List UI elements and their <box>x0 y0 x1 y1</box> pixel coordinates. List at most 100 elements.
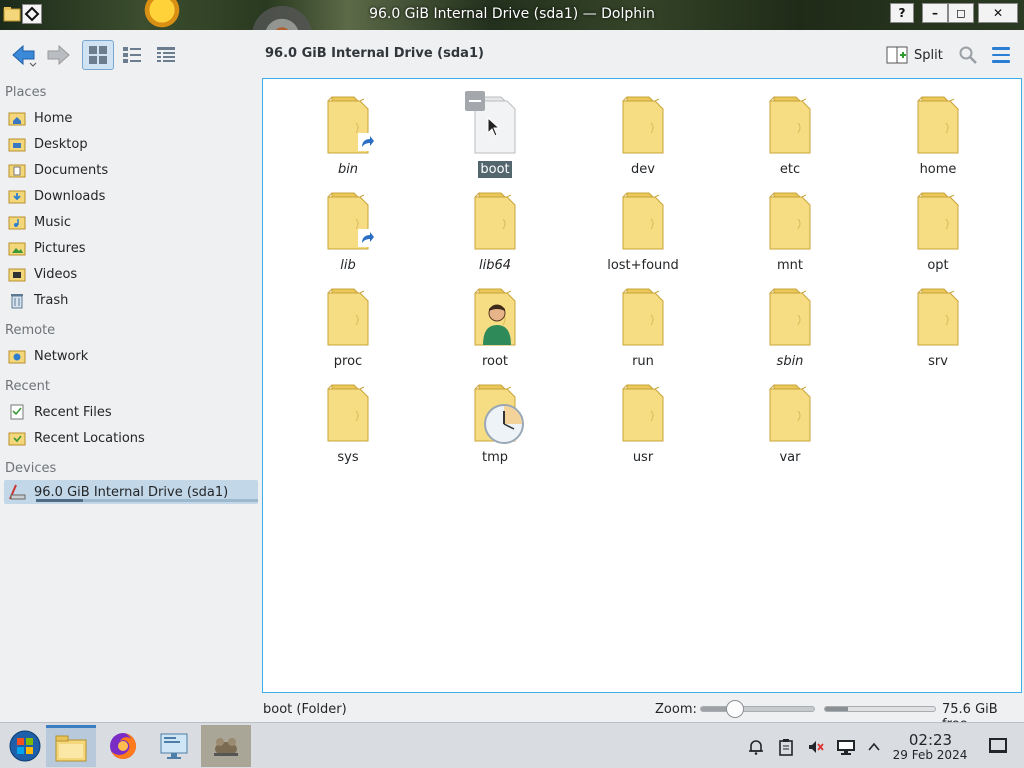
folder-icon <box>467 189 523 251</box>
sidebar-item-label: 96.0 GiB Internal Drive (sda1) <box>34 484 229 500</box>
folder-item-var[interactable]: var <box>735 373 845 469</box>
sidebar-item-desktop[interactable]: Desktop <box>4 132 258 156</box>
folder-icon <box>320 189 376 251</box>
folder-item-boot[interactable]: boot <box>440 85 550 181</box>
drive-usage-bar <box>36 499 258 502</box>
folder-item-bin[interactable]: bin <box>293 85 403 181</box>
sidebar-item-music[interactable]: Music <box>4 210 258 234</box>
folder-item-dev[interactable]: dev <box>588 85 698 181</box>
folder-item-proc[interactable]: proc <box>293 277 403 373</box>
location-label[interactable]: 96.0 GiB Internal Drive (sda1) <box>265 46 484 61</box>
folder-name-text: lib64 <box>478 258 512 273</box>
sidebar-item-downloads[interactable]: Downloads <box>4 184 258 208</box>
icons-view-button[interactable] <box>82 40 114 70</box>
folder-item-lib[interactable]: lib <box>293 181 403 277</box>
folder-item-etc[interactable]: etc <box>735 85 845 181</box>
file-view[interactable]: bin boot dev etc home lib lib64 lost+found mnt op… <box>262 78 1022 693</box>
split-button[interactable]: Split <box>886 42 943 68</box>
folder-item-sbin[interactable]: sbin <box>735 277 845 373</box>
tray-expand-button[interactable] <box>864 737 884 757</box>
zoom-slider-handle[interactable] <box>725 700 744 718</box>
forward-arrow-icon <box>47 44 70 66</box>
folder-name: bin <box>293 162 403 177</box>
folder-icon <box>467 285 523 347</box>
places-heading: Places <box>5 85 47 100</box>
forward-button[interactable] <box>42 40 74 70</box>
tray-volume[interactable] <box>806 737 826 757</box>
clock-date[interactable]: 29 Feb 2024 <box>890 748 970 762</box>
tray-notifications[interactable] <box>746 737 766 757</box>
sidebar-item-home[interactable]: Home <box>4 106 258 130</box>
folder-item-mnt[interactable]: mnt <box>735 181 845 277</box>
symlink-emblem-icon <box>358 133 376 151</box>
clock-time[interactable]: 02:23 <box>893 731 968 749</box>
zoom-slider[interactable] <box>700 700 815 718</box>
taskbar-system-settings[interactable] <box>149 725 199 767</box>
folder-name: home <box>883 162 993 177</box>
sidebar-item-label: Home <box>34 110 73 126</box>
folder-icon <box>467 381 524 444</box>
folder-item-tmp[interactable]: tmp <box>440 373 550 469</box>
tray-clipboard[interactable] <box>776 737 796 757</box>
sidebar-item-documents[interactable]: Documents <box>4 158 258 182</box>
folder-icon <box>615 93 671 155</box>
taskbar-firefox[interactable] <box>98 725 148 767</box>
folder-name: sys <box>293 450 403 465</box>
sidebar-item-pictures[interactable]: Pictures <box>4 236 258 260</box>
sidebar-item-recent-files[interactable]: Recent Files <box>4 400 258 424</box>
compact-view-button[interactable] <box>116 40 148 70</box>
sidebar-item-label: Trash <box>34 292 69 308</box>
show-desktop-button[interactable] <box>989 738 1007 753</box>
details-view-button[interactable] <box>150 40 182 70</box>
tray-display[interactable] <box>836 737 856 757</box>
folder-item-usr[interactable]: usr <box>588 373 698 469</box>
sidebar-item-96-0-gib-internal-drive-sda1[interactable]: 96.0 GiB Internal Drive (sda1) <box>4 480 258 504</box>
taskbar-gimp[interactable] <box>201 725 251 767</box>
folder-icon <box>910 93 966 155</box>
folder-name-text: tmp <box>481 450 508 465</box>
folder-name: root <box>440 354 550 369</box>
sidebar-item-label: Documents <box>34 162 109 178</box>
select-toggle-icon[interactable] <box>465 91 485 111</box>
clipboard-icon <box>779 739 793 756</box>
status-bar: boot (Folder) Zoom: 75.6 GiB free <box>0 696 1024 732</box>
sidebar-item-recent-locations[interactable]: Recent Locations <box>4 426 258 450</box>
maximize-button[interactable]: ◻ <box>948 3 974 23</box>
sidebar-item-trash[interactable]: Trash <box>4 288 258 312</box>
sidebar-item-network[interactable]: Network <box>4 344 258 368</box>
back-button[interactable] <box>8 40 40 70</box>
folder-icon <box>320 93 376 155</box>
recent-heading: Recent <box>5 379 50 394</box>
folder-icon <box>762 93 818 155</box>
folder-item-lib64[interactable]: lib64 <box>440 181 550 277</box>
window-titlebar[interactable]: 96.0 GiB Internal Drive (sda1) — Dolphin… <box>0 0 1024 66</box>
compact-view-icon <box>123 47 141 63</box>
minimize-button[interactable]: – <box>922 3 948 23</box>
details-view-icon <box>157 47 175 62</box>
folder-item-root[interactable]: root <box>440 277 550 373</box>
folder-icon <box>762 189 818 251</box>
sidebar-item-videos[interactable]: Videos <box>4 262 258 286</box>
close-button[interactable]: ✕ <box>978 3 1018 23</box>
folder-item-sys[interactable]: sys <box>293 373 403 469</box>
taskbar-dolphin[interactable] <box>46 725 96 767</box>
start-menu-button[interactable] <box>0 725 50 767</box>
folder-name-text: srv <box>928 354 948 369</box>
windows-start-icon <box>9 730 41 762</box>
hamburger-menu-button[interactable] <box>988 42 1014 68</box>
folder-item-home[interactable]: home <box>883 85 993 181</box>
search-button[interactable] <box>955 42 981 68</box>
downloads-folder-icon <box>8 187 26 205</box>
drive-icon <box>8 483 26 501</box>
folder-item-srv[interactable]: srv <box>883 277 993 373</box>
folder-item-lost-found[interactable]: lost+found <box>588 181 698 277</box>
remote-heading: Remote <box>5 323 56 338</box>
trash-icon <box>8 291 26 309</box>
folder-icon <box>615 381 671 443</box>
help-button[interactable]: ? <box>890 3 914 23</box>
folder-icon <box>762 285 818 347</box>
zoom-label: Zoom: <box>655 702 697 717</box>
folder-item-run[interactable]: run <box>588 277 698 373</box>
folder-item-opt[interactable]: opt <box>883 181 993 277</box>
split-view-icon <box>886 46 908 64</box>
